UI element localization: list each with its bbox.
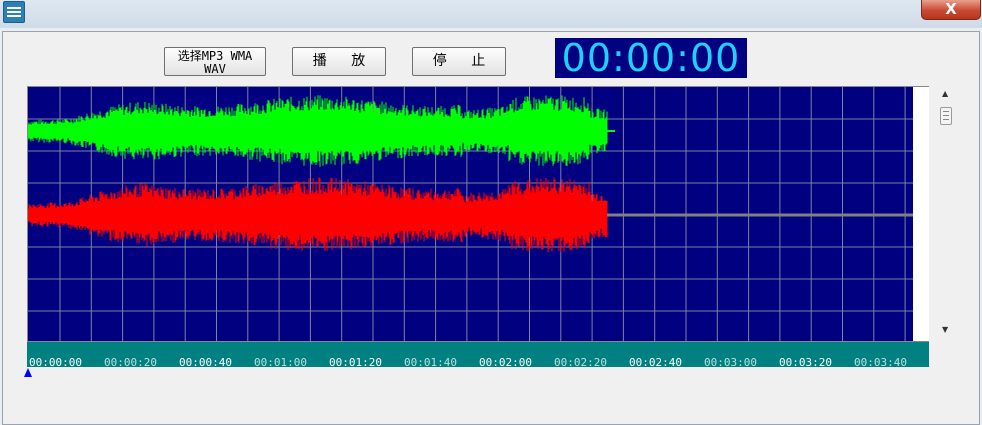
playhead-marker-icon[interactable] bbox=[24, 368, 32, 377]
scroll-down-arrow-icon[interactable]: ▼ bbox=[942, 325, 948, 334]
time-label: 00:01:00 bbox=[254, 356, 307, 369]
time-label: 00:00:40 bbox=[179, 356, 232, 369]
right-channel-waveform bbox=[28, 177, 608, 253]
scroll-up-arrow-icon[interactable]: ▲ bbox=[942, 89, 948, 98]
time-label: 00:02:20 bbox=[554, 356, 607, 369]
time-label: 00:03:20 bbox=[779, 356, 832, 369]
waveform-panel[interactable] bbox=[27, 86, 929, 342]
time-display: 00:00:00 bbox=[555, 38, 747, 78]
time-label: 00:03:00 bbox=[704, 356, 757, 369]
time-label: 00:03:40 bbox=[854, 356, 907, 369]
time-label: 00:01:20 bbox=[329, 356, 382, 369]
play-button[interactable]: 播 放 bbox=[292, 47, 386, 76]
left-channel-waveform bbox=[28, 95, 608, 167]
select-file-label-2: WAV bbox=[204, 62, 226, 76]
waveform-edge-strip bbox=[913, 87, 929, 341]
title-bar: X bbox=[0, 0, 982, 28]
time-label: 00:00:20 bbox=[104, 356, 157, 369]
time-label: 00:01:40 bbox=[404, 356, 457, 369]
time-label: 00:00:00 bbox=[29, 356, 82, 369]
scroll-thumb[interactable] bbox=[940, 107, 952, 125]
vertical-scrollbar[interactable]: ▲ ▼ bbox=[938, 87, 955, 341]
close-button[interactable]: X bbox=[921, 0, 981, 20]
stop-button[interactable]: 停 止 bbox=[412, 47, 506, 76]
time-label: 00:02:00 bbox=[479, 356, 532, 369]
app-icon bbox=[3, 1, 25, 23]
waveform-canvas bbox=[28, 87, 914, 341]
time-ruler[interactable]: 00:00:00 00:00:20 00:00:40 00:01:00 00:01:20… bbox=[27, 342, 929, 369]
time-label: 00:02:40 bbox=[629, 356, 682, 369]
select-file-button[interactable]: 选择MP3 WMA WAV bbox=[164, 47, 266, 76]
